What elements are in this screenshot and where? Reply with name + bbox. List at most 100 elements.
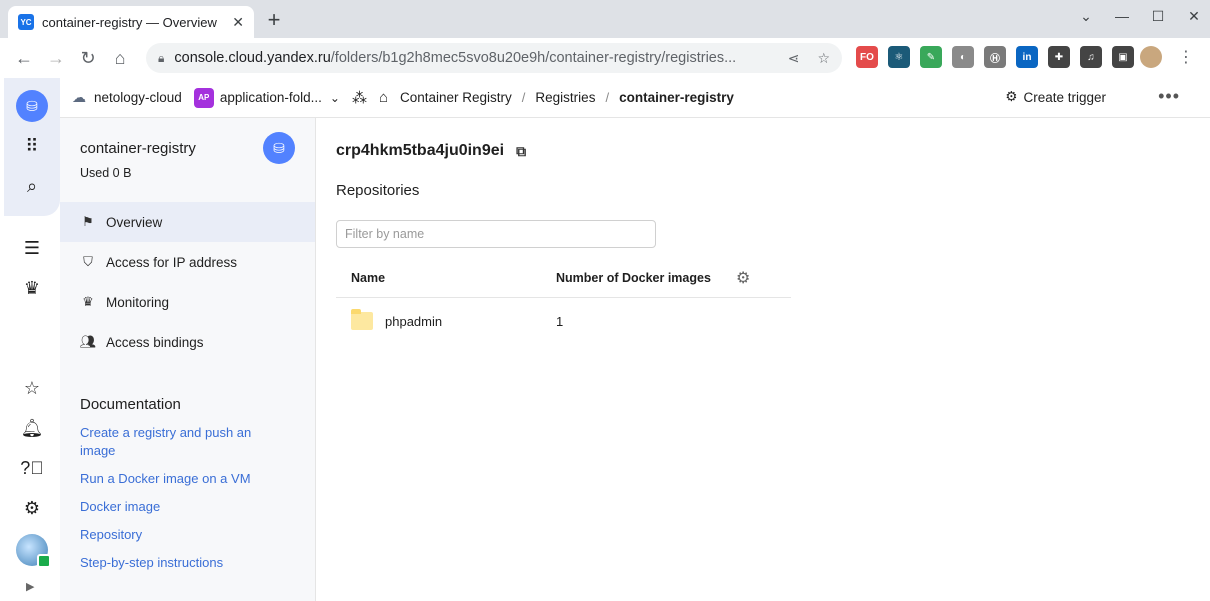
folder-icon	[351, 309, 373, 330]
home-button[interactable]: ⌂	[106, 44, 134, 72]
badge-ext-icon[interactable]: ◐	[952, 46, 974, 68]
doc-link-run-docker-vm[interactable]: Run a Docker image on a VM	[80, 470, 280, 488]
repositories-table: Name Number of Docker images ⚙ phpadmin …	[336, 258, 791, 344]
address-bar[interactable]: 🔒︎ console.cloud.yandex.ru/folders/b1g2h…	[146, 43, 842, 73]
sidebar-item-access-bindings[interactable]: 👥︎ Access bindings	[60, 322, 315, 362]
tab-search-icon[interactable]: ⌄	[1078, 8, 1094, 25]
breadcrumb-separator: /	[521, 90, 526, 105]
people-icon: 👥︎	[79, 334, 97, 349]
avatar-status-badge	[37, 554, 51, 568]
sidebar-item-monitoring[interactable]: ♛ Monitoring	[60, 282, 315, 322]
monitoring-icon[interactable]: ♛	[16, 272, 48, 304]
flag-icon: ⚑	[82, 214, 94, 229]
puzzle-ext-icon[interactable]: ✚	[1048, 46, 1070, 68]
sidebar-item-label: Access bindings	[106, 334, 204, 350]
all-services-icon[interactable]: ⠿	[16, 130, 48, 162]
close-window-button[interactable]: ✕	[1186, 8, 1202, 25]
filter-by-name-input[interactable]	[336, 220, 656, 248]
folder-badge: AP	[193, 87, 214, 108]
container-registry-service-icon: ⛁	[263, 132, 295, 164]
breadcrumb-current: container-registry	[619, 90, 734, 105]
yandex-cloud-console: ⛁ ⠿ ⌕ ☰ ♛ ☆ 🔔︎ ?⃝ ⚙ ▶ ☁ netology-cloud A…	[0, 78, 1210, 601]
console-header: ☁ netology-cloud AP application-fold... …	[60, 78, 1210, 118]
sidebar-item-overview[interactable]: ⚑ Overview	[60, 202, 315, 242]
folder-selector[interactable]: application-fold...	[220, 90, 322, 105]
doc-link-repository[interactable]: Repository	[80, 526, 280, 544]
create-trigger-button[interactable]: ⚙ Create trigger	[1005, 89, 1106, 105]
resources-icon[interactable]: ☰	[16, 232, 48, 264]
chevron-down-icon[interactable]: ⌄	[330, 91, 340, 105]
cloud-icon: ☁	[72, 89, 86, 105]
new-tab-button[interactable]: +	[262, 8, 286, 32]
repository-name[interactable]: phpadmin	[385, 314, 442, 329]
column-header-images[interactable]: Number of Docker images	[556, 271, 736, 285]
home-icon[interactable]: ⌂	[379, 89, 388, 106]
create-trigger-label: Create trigger	[1023, 89, 1106, 105]
h-ext-icon[interactable]: Ⓗ	[984, 46, 1006, 68]
url-path: /folders/b1g2h8mec5svo8u20e9h/container-…	[330, 50, 737, 66]
window-controls: ⌄ — ☐ ✕	[1078, 8, 1202, 25]
registry-id-heading: crp4hkm5tba4ju0in9ei ⧉	[336, 142, 526, 160]
reload-button[interactable]: ↻	[74, 44, 102, 72]
services-graph-icon[interactable]: ⁂	[352, 89, 367, 107]
doc-link-step-by-step[interactable]: Step-by-step instructions	[80, 554, 280, 572]
leaf-ext-icon[interactable]: ✎	[920, 46, 942, 68]
back-button[interactable]: ←	[10, 44, 38, 72]
react-devtools-ext-icon[interactable]: ⚛	[888, 46, 910, 68]
minimize-button[interactable]: —	[1114, 8, 1130, 25]
sidebar-item-access-ip[interactable]: ⛉ Access for IP address	[60, 242, 315, 282]
registry-id: crp4hkm5tba4ju0in9ei	[336, 142, 505, 159]
browser-toolbar: ← → ↻ ⌂ 🔒︎ console.cloud.yandex.ru/folde…	[0, 38, 1210, 78]
sidebar-item-label: Overview	[106, 214, 163, 230]
tab-title: container-registry — Overview	[42, 14, 217, 30]
forward-button[interactable]: →	[42, 44, 70, 72]
table-row[interactable]: phpadmin 1	[336, 298, 791, 344]
extensions-bar: FO ⚛ ✎ ◐ Ⓗin ✚ ♫ ▣	[856, 46, 1134, 68]
breadcrumb-container-registry[interactable]: Container Registry	[400, 90, 512, 105]
trigger-icon: ⚙	[1005, 89, 1018, 104]
maximize-button[interactable]: ☐	[1150, 8, 1166, 25]
browser-tab[interactable]: YC container-registry — Overview ✕	[8, 6, 254, 38]
site-info-icon[interactable]: 🔒︎	[158, 51, 164, 66]
chart-icon: ♛	[82, 294, 94, 309]
doc-link-docker-image[interactable]: Docker image	[80, 498, 280, 516]
bookmark-star-icon[interactable]: ☆	[817, 50, 830, 67]
favorites-star-icon[interactable]: ☆	[16, 372, 48, 404]
more-options-icon[interactable]: •••	[1158, 86, 1180, 107]
url-host: console.cloud.yandex.ru	[174, 50, 331, 66]
media-ext-icon[interactable]: ♫	[1080, 46, 1102, 68]
url-text: console.cloud.yandex.ru/folders/b1g2h8me…	[174, 50, 787, 66]
table-settings-gear-icon[interactable]: ⚙	[736, 268, 750, 288]
left-rail: ⛁ ⠿ ⌕ ☰ ♛ ☆ 🔔︎ ?⃝ ⚙ ▶	[4, 78, 60, 601]
column-header-name[interactable]: Name	[336, 271, 556, 285]
linkedin-ext-icon[interactable]: in	[1016, 46, 1038, 68]
help-icon[interactable]: ?⃝	[16, 452, 48, 484]
close-tab-icon[interactable]: ✕	[232, 14, 244, 31]
copy-icon[interactable]: ⧉	[516, 143, 526, 160]
settings-gear-icon[interactable]: ⚙	[16, 492, 48, 524]
shield-icon: ⛉	[83, 254, 93, 269]
service-sidebar: container-registry Used 0 B ⛁ ⚑ Overview…	[60, 118, 316, 601]
fo-ext-icon[interactable]: FO	[856, 46, 878, 68]
cloud-selector[interactable]: netology-cloud	[94, 90, 182, 105]
doc-link-create-registry[interactable]: Create a registry and push an image	[80, 424, 280, 460]
repositories-heading: Repositories	[336, 182, 420, 199]
registry-title: container-registry	[80, 140, 196, 157]
table-header: Name Number of Docker images ⚙	[336, 258, 791, 298]
search-icon[interactable]: ⌕	[16, 170, 48, 202]
profile-avatar[interactable]	[1140, 46, 1162, 68]
breadcrumb-registries[interactable]: Registries	[535, 90, 595, 105]
breadcrumb-separator: /	[605, 90, 610, 105]
browser-menu-icon[interactable]: ⋮	[1178, 47, 1194, 67]
container-registry-logo-icon[interactable]: ⛁	[16, 90, 48, 122]
images-count: 1	[556, 313, 564, 329]
yandex-cloud-favicon: YC	[18, 14, 34, 30]
expand-rail-icon[interactable]: ▶	[26, 580, 34, 593]
documentation-heading: Documentation	[80, 396, 181, 413]
sidebar-item-label: Access for IP address	[106, 254, 238, 270]
repository-name-cell: phpadmin	[336, 309, 556, 330]
main-content: crp4hkm5tba4ju0in9ei ⧉ Repositories Name…	[316, 118, 1210, 601]
share-icon[interactable]: ⋖	[788, 50, 800, 67]
notifications-bell-icon[interactable]: 🔔︎	[16, 412, 48, 444]
sidepanel-ext-icon[interactable]: ▣	[1112, 46, 1134, 68]
